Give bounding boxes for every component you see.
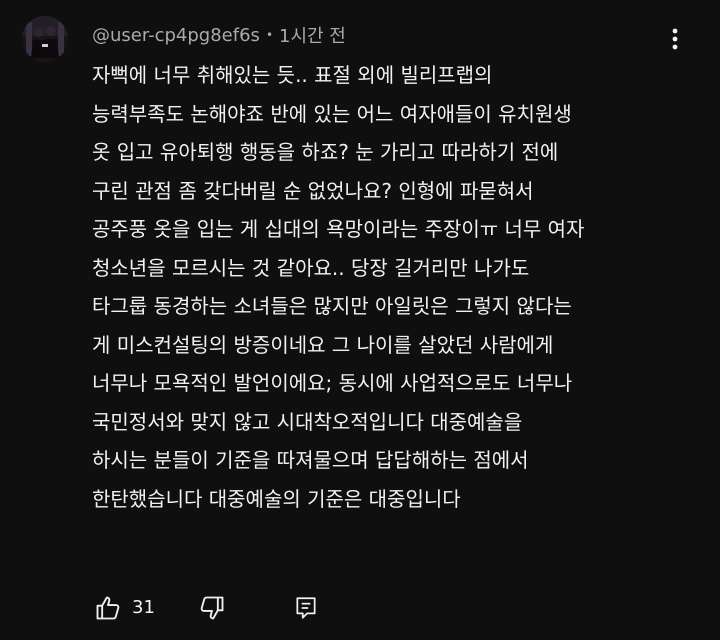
more-vertical-icon — [672, 28, 678, 50]
comment-line: 공주풍 옷을 입는 게 십대의 욕망이라는 주장이ㅠ 너무 여자 — [92, 217, 585, 241]
author-name[interactable]: @user-cp4pg8ef6s — [92, 25, 260, 46]
dislike-button[interactable] — [194, 590, 230, 626]
comment-actions: 31 — [90, 590, 490, 626]
comment-line: 한탄했습니다 대중예술의 기준은 대중입니다 — [92, 486, 461, 511]
like-button[interactable] — [90, 590, 126, 626]
avatar[interactable] — [22, 16, 68, 62]
comment-line: 구린 관점 좀 갖다버릴 순 없었나요? 인형에 파묻혀서 — [92, 178, 534, 203]
comment-line: 게 미스컨설팅의 방증이네요 그 나이를 살았던 사람에게 — [92, 332, 554, 357]
thumbs-up-icon — [96, 596, 120, 620]
reply-button[interactable] — [288, 590, 324, 626]
comment-line: 국민정서와 맞지 않고 시대착오적입니다 대중예술을 — [92, 409, 523, 434]
comment-line: 하시는 분들이 기준을 따져물으며 답답해하는 점에서 — [92, 448, 529, 472]
comment-line: 자뻑에 너무 취해있는 듯.. 표절 외에 빌리프랩의 — [92, 63, 493, 87]
comment-line: 능력부족도 논해야죠 반에 있는 어느 여자애들이 유치원생 — [92, 101, 572, 126]
comment-menu-button[interactable] — [660, 22, 690, 56]
reply-comment-icon — [296, 597, 316, 619]
comment-line: 옷 입고 유아퇴행 행동을 하죠? 눈 가리고 따라하기 전에 — [92, 140, 559, 164]
avatar-image — [22, 16, 68, 62]
comment-line: 너무나 모욕적인 발언이에요; 동시에 사업적으로도 너무나 — [92, 371, 573, 395]
comment-body: 자뻑에 너무 취해있는 듯.. 표절 외에 빌리프랩의 능력부족도 논해야죠 반… — [92, 56, 692, 518]
like-count: 31 — [132, 597, 155, 618]
comment-timestamp[interactable]: 1시간 전 — [279, 22, 346, 48]
comment-line: 청소년을 모르시는 것 같아요.. 당장 길거리만 나가도 — [92, 255, 530, 280]
comment-line: 타그룹 동경하는 소녀들은 많지만 아일릿은 그렇지 않다는 — [92, 294, 572, 318]
comment-header: @user-cp4pg8ef6s • 1시간 전 — [92, 20, 346, 50]
thumbs-down-icon — [200, 596, 224, 620]
comment-thread-item: @user-cp4pg8ef6s • 1시간 전 자뻑에 너무 취해있는 듯..… — [0, 0, 720, 640]
header-separator: • — [265, 28, 274, 42]
